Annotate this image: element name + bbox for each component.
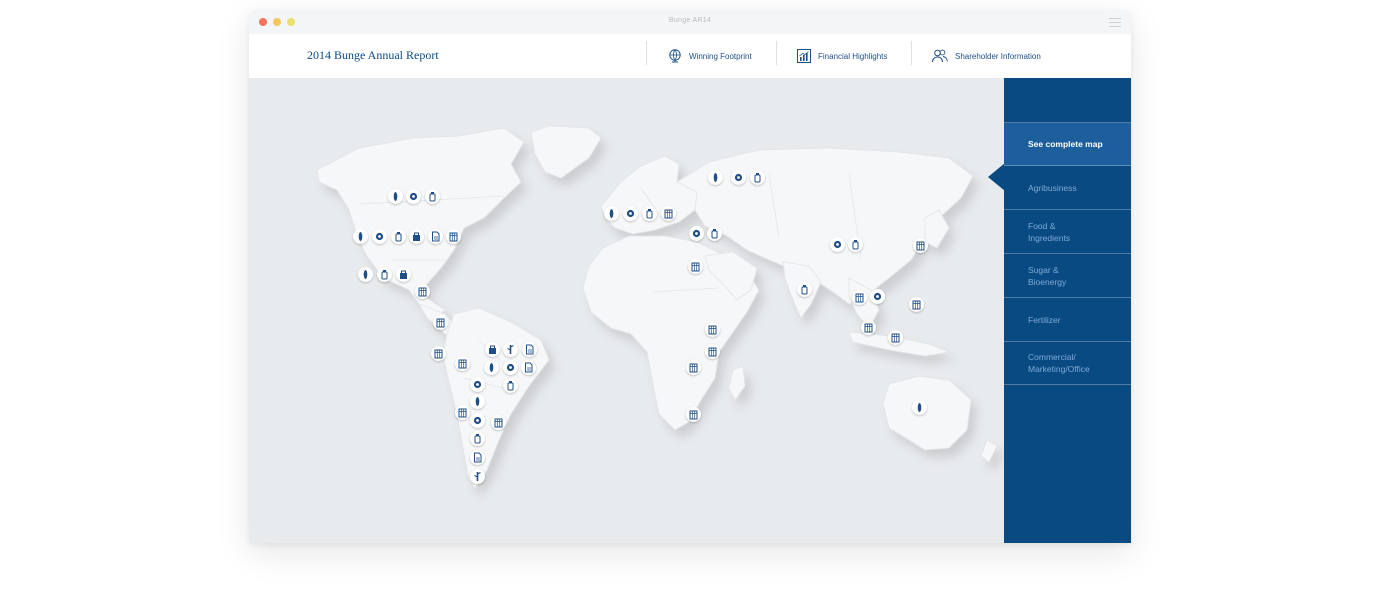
wheat-icon[interactable] bbox=[604, 206, 619, 221]
category-sidebar: See complete map Agribusiness Food & Ing… bbox=[1004, 78, 1131, 543]
gear-icon[interactable] bbox=[731, 170, 746, 185]
wheat-icon[interactable] bbox=[484, 360, 499, 375]
report-title[interactable]: 2014 Bunge Annual Report bbox=[307, 48, 439, 63]
bottle-icon[interactable] bbox=[750, 170, 765, 185]
office-icon[interactable] bbox=[455, 405, 470, 420]
document-icon[interactable] bbox=[521, 360, 536, 375]
bottle-icon[interactable] bbox=[503, 378, 518, 393]
people-icon bbox=[932, 49, 948, 63]
bottle-icon[interactable] bbox=[707, 226, 722, 241]
fertilizer-bag-icon[interactable] bbox=[396, 267, 411, 282]
office-icon[interactable] bbox=[686, 360, 701, 375]
fertilizer-bag-icon[interactable] bbox=[485, 342, 500, 357]
office-icon[interactable] bbox=[861, 320, 876, 335]
gear-icon[interactable] bbox=[870, 289, 885, 304]
wheat-icon[interactable] bbox=[353, 229, 368, 244]
globe-icon bbox=[669, 49, 681, 63]
wheat-icon[interactable] bbox=[470, 394, 485, 409]
bottle-icon[interactable] bbox=[391, 229, 406, 244]
gear-icon[interactable] bbox=[689, 226, 704, 241]
sidebar-item-commercial-marketing-office[interactable]: Commercial/ Marketing/Office bbox=[1004, 342, 1131, 385]
wheat-icon[interactable] bbox=[912, 400, 927, 415]
sidebar-item-sugar-bioenergy[interactable]: Sugar & Bioenergy bbox=[1004, 255, 1131, 298]
office-icon[interactable] bbox=[909, 297, 924, 312]
world-map-svg bbox=[316, 125, 998, 489]
bottle-icon[interactable] bbox=[377, 267, 392, 282]
nav-label: Financial Highlights bbox=[818, 51, 888, 61]
document-icon[interactable] bbox=[428, 229, 443, 244]
sidebar-item-agribusiness[interactable]: Agribusiness bbox=[1004, 167, 1131, 210]
nav-label: Winning Footprint bbox=[689, 51, 752, 61]
wheat-icon[interactable] bbox=[388, 189, 403, 204]
sidebar-pointer bbox=[988, 163, 1005, 191]
office-icon[interactable] bbox=[433, 315, 448, 330]
nav-financial-highlights[interactable]: Financial Highlights bbox=[796, 41, 887, 71]
bottle-icon[interactable] bbox=[470, 431, 485, 446]
sidebar-item-see-complete-map[interactable]: See complete map bbox=[1004, 123, 1131, 166]
office-icon[interactable] bbox=[446, 229, 461, 244]
south-america-landmass bbox=[442, 307, 550, 489]
office-icon[interactable] bbox=[415, 284, 430, 299]
office-icon[interactable] bbox=[455, 356, 470, 371]
australia-landmass bbox=[882, 375, 972, 451]
sidebar-item-fertilizer[interactable]: Fertilizer bbox=[1004, 299, 1131, 342]
europe-landmass bbox=[600, 155, 698, 235]
document-icon[interactable] bbox=[470, 450, 485, 465]
office-icon[interactable] bbox=[705, 344, 720, 359]
sidebar-item-food-ingredients[interactable]: Food & Ingredients bbox=[1004, 211, 1131, 254]
wheat-icon[interactable] bbox=[708, 170, 723, 185]
nav-label: Shareholder Information bbox=[955, 51, 1041, 61]
gear-icon[interactable] bbox=[503, 360, 518, 375]
new-zealand-landmass bbox=[980, 439, 998, 463]
window-titlebar: Bunge AR14 bbox=[249, 10, 1131, 35]
fertilizer-bag-icon[interactable] bbox=[409, 229, 424, 244]
office-icon[interactable] bbox=[705, 322, 720, 337]
window-title: Bunge AR14 bbox=[668, 17, 712, 24]
gear-icon[interactable] bbox=[470, 413, 485, 428]
office-icon[interactable] bbox=[686, 407, 701, 422]
bar-chart-icon bbox=[797, 49, 811, 63]
nav-divider bbox=[646, 41, 647, 65]
document-icon[interactable] bbox=[522, 342, 537, 357]
bottle-icon[interactable] bbox=[848, 237, 863, 252]
office-icon[interactable] bbox=[688, 259, 703, 274]
bottle-icon[interactable] bbox=[797, 282, 812, 297]
greenland-landmass bbox=[530, 125, 602, 179]
office-icon[interactable] bbox=[913, 238, 928, 253]
sugarcane-icon[interactable] bbox=[503, 342, 518, 357]
world-map[interactable] bbox=[249, 78, 1004, 543]
office-icon[interactable] bbox=[491, 415, 506, 430]
office-icon[interactable] bbox=[852, 290, 867, 305]
bottle-icon[interactable] bbox=[425, 189, 440, 204]
bottle-icon[interactable] bbox=[642, 206, 657, 221]
gear-icon[interactable] bbox=[623, 206, 638, 221]
office-icon[interactable] bbox=[431, 346, 446, 361]
madagascar-landmass bbox=[728, 365, 746, 401]
nav-divider bbox=[776, 41, 777, 65]
report-header: 2014 Bunge Annual Report Winning Footpri… bbox=[249, 34, 1131, 78]
office-icon[interactable] bbox=[661, 206, 676, 221]
wheat-icon[interactable] bbox=[358, 267, 373, 282]
gear-icon[interactable] bbox=[470, 377, 485, 392]
japan-landmass bbox=[924, 209, 950, 249]
gear-icon[interactable] bbox=[372, 229, 387, 244]
nav-winning-footprint[interactable]: Winning Footprint bbox=[667, 41, 752, 71]
nav-shareholder-information[interactable]: Shareholder Information bbox=[931, 41, 1041, 71]
office-icon[interactable] bbox=[888, 330, 903, 345]
gear-icon[interactable] bbox=[406, 189, 421, 204]
sugarcane-icon[interactable] bbox=[470, 469, 485, 484]
gear-icon[interactable] bbox=[830, 237, 845, 252]
app-window: Bunge AR14 2014 Bunge Annual Report Winn… bbox=[249, 10, 1131, 543]
hamburger-menu-icon[interactable] bbox=[1109, 18, 1121, 27]
nav-divider bbox=[911, 41, 912, 65]
